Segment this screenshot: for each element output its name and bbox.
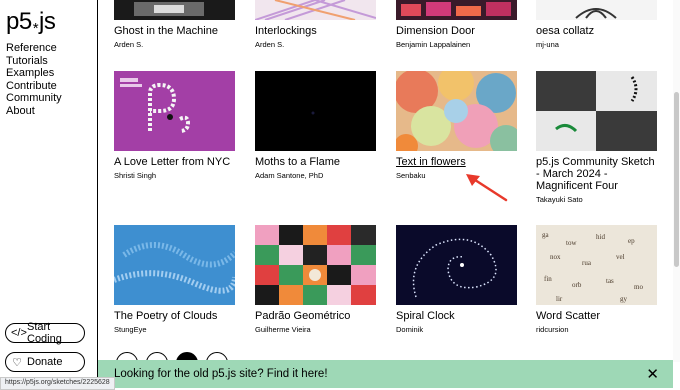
heart-icon: ♡ [12,356,22,369]
sketch-author: StungEye [114,325,147,334]
sketch-card[interactable]: Ghost in the Machine Arden S. [114,0,235,49]
sketch-card[interactable]: Spiral Clock Dominik [396,225,517,334]
sketch-title[interactable]: oesa collatz [536,25,657,37]
sketch-thumbnail[interactable] [114,0,235,20]
sketch-author: Shristi Singh [114,171,157,180]
sketch-author: Arden S. [255,40,285,49]
sidebar: p5*js Reference Tutorials Examples Contr… [0,0,98,388]
sketch-title[interactable]: A Love Letter from NYC [114,156,235,168]
sketch-card[interactable]: Interlockings Arden S. [255,0,376,49]
svg-text:tas: tas [606,277,614,285]
nav-about[interactable]: About [6,105,62,118]
sketch-card[interactable]: Moths to a Flame Adam Santone, PhD [255,71,376,180]
sketch-thumbnail[interactable] [536,71,657,151]
main-nav: Reference Tutorials Examples Contribute … [6,42,62,117]
close-icon[interactable]: ✕ [646,365,659,383]
sketch-title[interactable]: Word Scatter [536,310,657,322]
status-url: https://p5js.org/sketches/2225628 [0,377,115,390]
sketch-author: Adam Santone, PhD [255,171,324,180]
nav-contribute[interactable]: Contribute [6,80,62,93]
svg-text:vel: vel [616,253,625,261]
sketch-title[interactable]: p5.js Community Sketch - March 2024 - Ma… [536,156,657,192]
sketch-title[interactable]: Text in flowers [396,156,517,168]
scrollbar-thumb[interactable] [674,92,679,267]
sketch-thumbnail[interactable] [396,225,517,305]
old-site-banner[interactable]: Looking for the old p5.js site? Find it … [98,360,673,388]
svg-text:ga: ga [542,231,550,239]
nav-community[interactable]: Community [6,92,62,105]
donate-button[interactable]: ♡ Donate [5,352,85,372]
sketch-thumbnail[interactable] [255,0,376,20]
svg-text:lir: lir [556,295,563,303]
sketch-card[interactable]: A Love Letter from NYC Shristi Singh [114,71,235,180]
svg-text:hid: hid [596,233,605,241]
start-coding-button[interactable]: </> Start Coding [5,321,85,345]
sketch-author: Takayuki Sato [536,195,583,204]
p5js-logo[interactable]: p5*js [6,8,56,37]
sketch-thumbnail[interactable] [536,0,657,20]
sketch-title[interactable]: Padrão Geométrico [255,310,376,322]
sketch-thumbnail[interactable] [114,225,235,305]
svg-text:mo: mo [634,283,643,291]
sketch-title[interactable]: The Poetry of Clouds [114,310,235,322]
svg-text:fin: fin [544,275,552,283]
sketch-title[interactable]: Dimension Door [396,25,517,37]
nav-tutorials[interactable]: Tutorials [6,55,62,68]
sketch-title[interactable]: Moths to a Flame [255,156,376,168]
sketch-author: Dominik [396,325,424,334]
code-icon: </> [11,327,27,339]
sketch-card[interactable]: oesa collatz mj-una [536,0,657,49]
sketch-author: mj-una [536,40,559,49]
sketch-thumbnail[interactable] [255,71,376,151]
sketch-thumbnail[interactable]: ga tow hid ep nox rua vel fin orb tas mo lir gy [536,225,657,305]
sketch-card[interactable]: Dimension Door Benjamin Lappalainen [396,0,517,49]
svg-text:rua: rua [582,259,592,267]
sketch-title[interactable]: Ghost in the Machine [114,25,235,37]
annotation-arrow-icon [466,174,508,202]
sketch-author: ridcursion [536,325,569,334]
svg-text:gy: gy [620,295,628,303]
svg-text:tow: tow [566,239,577,247]
sketch-title[interactable]: Spiral Clock [396,310,517,322]
banner-text[interactable]: Looking for the old p5.js site? Find it … [114,368,328,380]
sketch-card[interactable]: p5.js Community Sketch - March 2024 - Ma… [536,71,657,204]
svg-text:nox: nox [550,253,561,261]
svg-text:orb: orb [572,281,582,289]
sketch-author: Guilherme Vieira [255,325,311,334]
svg-text:ep: ep [628,237,635,245]
sketch-card[interactable]: ga tow hid ep nox rua vel fin orb tas mo lir gy W… [536,225,657,334]
sketch-author: Benjamin Lappalainen [396,40,471,49]
sketch-card[interactable]: Text in flowers Senbaku [396,71,517,180]
sketch-thumbnail[interactable] [396,0,517,20]
sketch-title[interactable]: Interlockings [255,25,376,37]
sketch-author: Arden S. [114,40,144,49]
sketch-thumbnail[interactable] [114,71,235,151]
nav-examples[interactable]: Examples [6,67,62,80]
nav-reference[interactable]: Reference [6,42,62,55]
sketch-card[interactable]: Padrão Geométrico Guilherme Vieira [255,225,376,334]
sketch-card[interactable]: The Poetry of Clouds StungEye [114,225,235,334]
sketch-thumbnail[interactable] [255,225,376,305]
sketch-thumbnail[interactable] [396,71,517,151]
